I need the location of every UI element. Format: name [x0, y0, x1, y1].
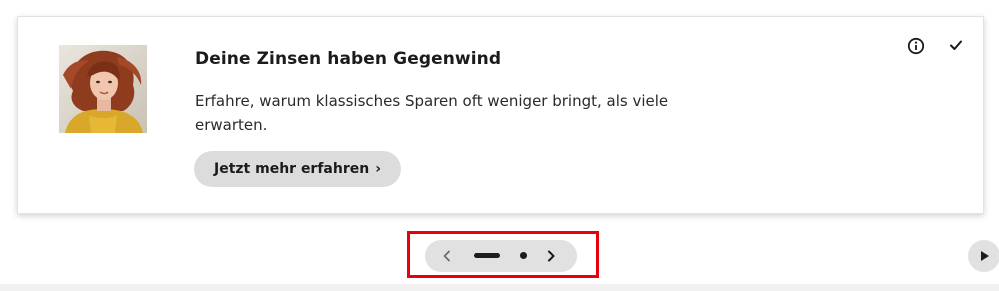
- carousel-prev-button[interactable]: [439, 248, 455, 264]
- page: Deine Zinsen haben Gegenwind Erfahre, wa…: [0, 0, 999, 291]
- portrait-image: [59, 45, 147, 133]
- chevron-right-icon: [548, 250, 555, 262]
- teaser-title: Deine Zinsen haben Gegenwind: [195, 49, 502, 69]
- bottom-divider: [0, 284, 999, 291]
- learn-more-button[interactable]: Jetzt mehr erfahren ›: [194, 151, 401, 187]
- check-icon: [950, 40, 962, 50]
- teaser-description: Erfahre, warum klassisches Sparen oft we…: [195, 92, 669, 134]
- info-button[interactable]: [907, 37, 925, 55]
- teaser-image: [59, 45, 147, 133]
- info-icon: [907, 37, 925, 55]
- carousel-play-button[interactable]: [968, 240, 999, 272]
- dismiss-button[interactable]: [948, 37, 964, 53]
- carousel-indicator-active[interactable]: [474, 253, 500, 258]
- carousel-indicator[interactable]: [520, 252, 527, 259]
- chevron-right-icon: ›: [375, 161, 381, 177]
- chevron-left-icon: [443, 250, 450, 262]
- play-icon: [981, 251, 989, 261]
- teaser-card: Deine Zinsen haben Gegenwind Erfahre, wa…: [17, 16, 984, 214]
- carousel-pager: [425, 240, 577, 272]
- carousel-next-button[interactable]: [543, 248, 559, 264]
- learn-more-label: Jetzt mehr erfahren: [214, 161, 370, 177]
